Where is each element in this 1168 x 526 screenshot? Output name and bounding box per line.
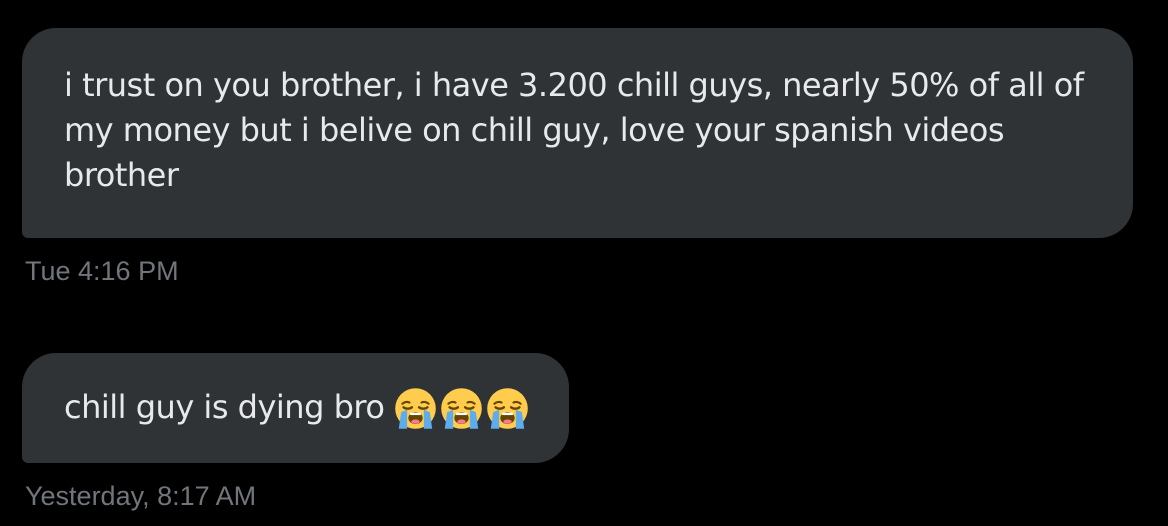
message-timestamp: Tue 4:16 PM [25,256,179,286]
message-timestamp: Yesterday, 8:17 AM [25,481,257,511]
loudly-crying-face-icon [395,388,437,429]
loudly-crying-face-icon [487,388,529,429]
message-item[interactable]: chill guy is dying bro [22,353,570,463]
message-text: i trust on you brother, i have 3.200 chi… [64,66,1084,194]
loudly-crying-face-icon [441,388,483,429]
emoji-group [394,387,529,430]
message-text: chill guy is dying bro [64,388,385,426]
message-bubble[interactable]: chill guy is dying bro [22,353,570,463]
message-bubble[interactable]: i trust on you brother, i have 3.200 chi… [22,28,1133,238]
message-item[interactable]: i trust on you brother, i have 3.200 chi… [22,28,1133,238]
